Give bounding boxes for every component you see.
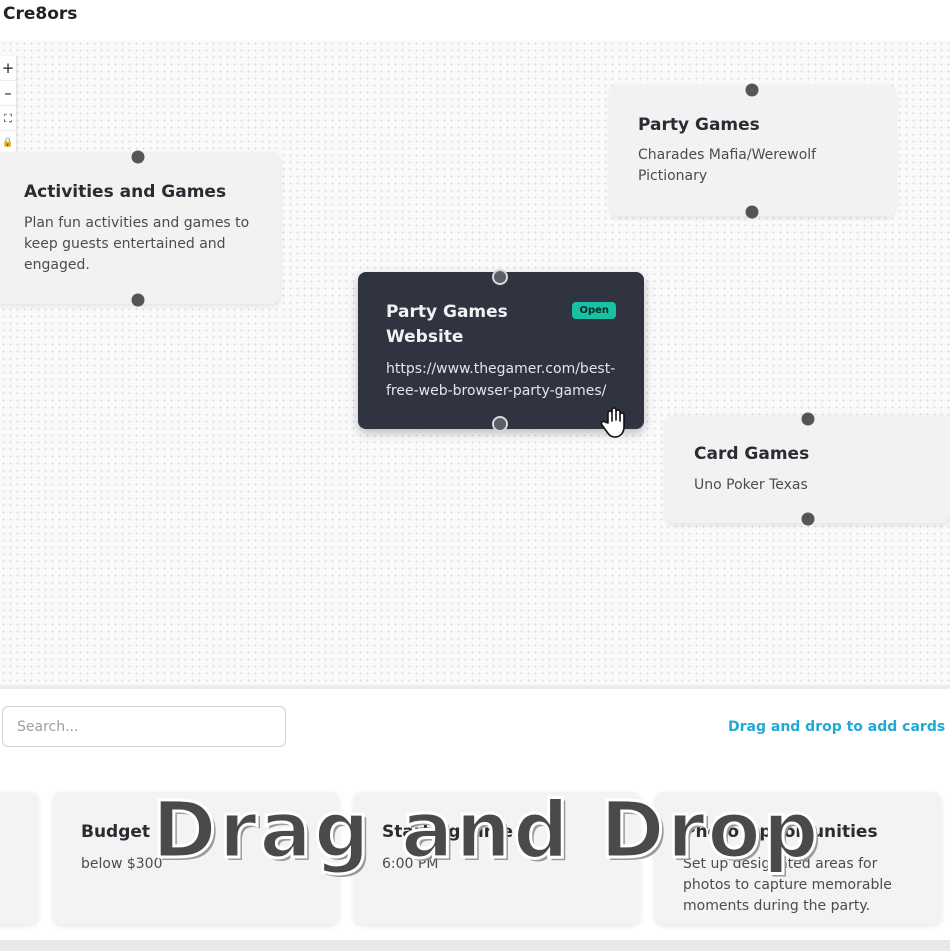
zoom-in-button[interactable]: + xyxy=(0,56,16,81)
node-activities-and-games[interactable]: Activities and Games Plan fun activities… xyxy=(0,150,280,307)
node-title: Activities and Games xyxy=(24,182,227,202)
hand-cursor-icon xyxy=(600,407,625,438)
node-handle-top[interactable] xyxy=(745,83,759,97)
node-handle-bottom[interactable] xyxy=(801,512,815,526)
zoom-out-button[interactable]: – xyxy=(0,81,16,106)
tray-card-title: Budget xyxy=(81,822,151,842)
node-body: Uno Poker Texas xyxy=(694,477,808,493)
node-body: Charades Mafia/Werewolf Pictionary xyxy=(638,147,817,184)
node-handle-bottom[interactable] xyxy=(745,205,759,219)
node-title: Card Games xyxy=(694,444,810,464)
canvas-controls: + – ⛶ 🔒 xyxy=(0,56,17,155)
node-card-games[interactable]: Card Games Uno Poker Texas xyxy=(666,412,950,526)
open-link-button[interactable]: Open xyxy=(572,302,616,319)
node-handle-bottom[interactable] xyxy=(131,293,145,307)
flow-canvas[interactable]: + – ⛶ 🔒 Activities and Games Plan fun ac… xyxy=(0,40,950,685)
video-caption-overlay: Drag and Drop xyxy=(151,785,821,878)
node-handle-top[interactable] xyxy=(801,412,815,426)
section-divider xyxy=(0,685,950,689)
node-handle-top[interactable] xyxy=(492,269,508,285)
node-title: Party Games xyxy=(638,115,760,135)
node-body: Plan fun activities and games to keep gu… xyxy=(24,215,250,273)
tray-card-partial[interactable] xyxy=(0,792,38,924)
app-title: Cre8ors xyxy=(3,4,78,24)
fit-view-icon[interactable]: ⛶ xyxy=(0,106,16,131)
node-title: Party Games Website xyxy=(386,302,508,347)
node-link-url[interactable]: https://www.thegamer.com/best-free-web-b… xyxy=(386,358,620,402)
drag-drop-hint: Drag and drop to add cards to xyxy=(728,719,950,735)
tray-bottom-edge xyxy=(0,940,950,951)
node-party-games[interactable]: Party Games Charades Mafia/Werewolf Pict… xyxy=(610,83,895,219)
node-handle-bottom[interactable] xyxy=(492,416,508,432)
search-input[interactable] xyxy=(2,706,286,747)
node-handle-top[interactable] xyxy=(131,150,145,164)
